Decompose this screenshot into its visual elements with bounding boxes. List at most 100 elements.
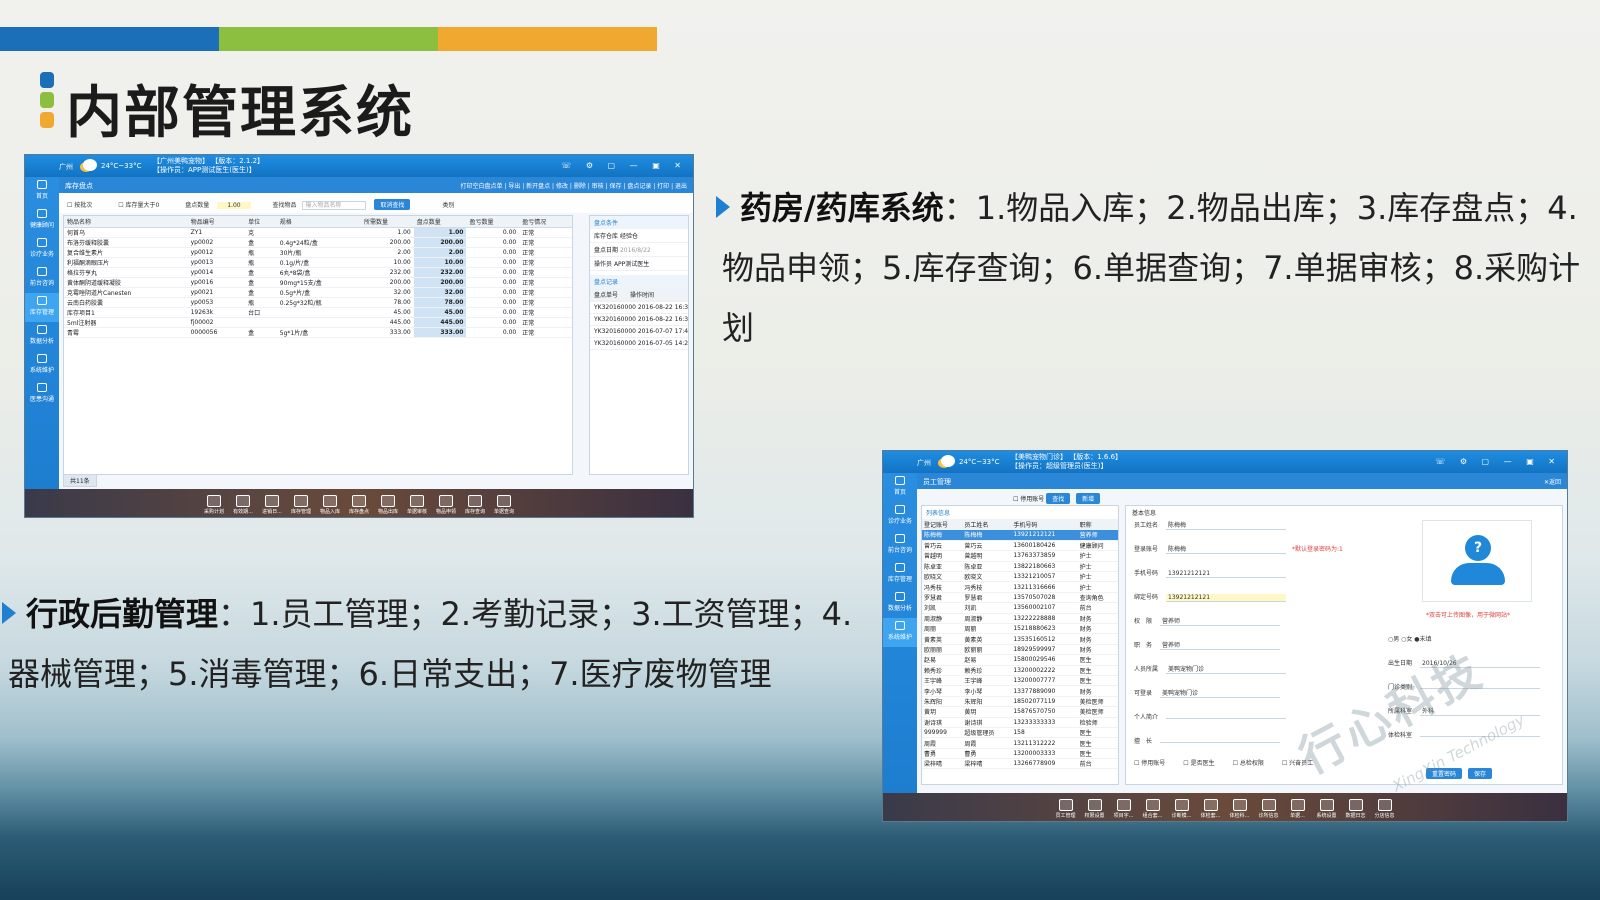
taskbar-item[interactable]: 组合套... bbox=[1138, 799, 1167, 819]
sidebar-item[interactable]: 医患沟通 bbox=[25, 380, 59, 409]
taskbar-item[interactable]: 数据日志 bbox=[1341, 799, 1370, 819]
sidebar-item[interactable]: 系统维护 bbox=[25, 351, 59, 380]
staff-row[interactable]: 李小琴 李小琴 13377889090 财务 bbox=[922, 685, 1118, 697]
taskbar-item[interactable]: 单据审核 bbox=[403, 495, 432, 515]
find-input[interactable]: 输入物品名称 bbox=[302, 201, 367, 210]
staff-row[interactable]: 朱辉阳 朱辉阳 18502077119 美检医师 bbox=[922, 696, 1118, 708]
sidebar-item[interactable]: 前台咨询 bbox=[25, 264, 59, 293]
phone-field[interactable]: 手机号码 13921212121 bbox=[1134, 568, 1287, 578]
taskbar-item[interactable]: 诊所信息 bbox=[1254, 799, 1283, 819]
login-field[interactable]: 可登录 美鸭宠物门诊 bbox=[1134, 688, 1281, 698]
staff-row[interactable]: 曾巧云 曾巧云 13600180426 健康顾问 bbox=[922, 540, 1118, 552]
window-controls[interactable]: ☏ ⚙ ▢ — ▣ ✕ bbox=[561, 161, 687, 170]
staff-row[interactable]: 黄玥 黄玥 15876570750 美检医师 bbox=[922, 706, 1118, 718]
avatar-upload[interactable]: ? bbox=[1422, 520, 1532, 602]
window-controls[interactable]: ☏ ⚙ ▢ — ▣ ✕ bbox=[1435, 457, 1561, 466]
taskbar-item[interactable]: 诊断模... bbox=[1167, 799, 1196, 819]
table-row[interactable]: 利福酮滴眼压片 yp0013 瓶 0.1g/片/盒 10.00 10.00 0.00 正常 bbox=[64, 257, 572, 268]
gender-radios[interactable]: ○男 ○女 ●未填 bbox=[1388, 634, 1432, 643]
taskbar-item[interactable]: 库存查询 bbox=[461, 495, 490, 515]
table-row[interactable]: 布洛芬缓释胶囊 yp0002 盒 0.4g*24粒/盒 200.00 200.00 0.00… bbox=[64, 237, 572, 248]
staff-row[interactable]: 梁梓晴 梁梓晴 13266778909 前台 bbox=[922, 758, 1118, 770]
table-row[interactable]: 格拉芬亨丸 yp0014 盒 6丸*8袋/盒 232.00 232.00 0.00 正常 bbox=[64, 267, 572, 278]
sidebar-item[interactable]: 首页 bbox=[25, 177, 59, 206]
taskbar-item[interactable]: 物品出库 bbox=[374, 495, 403, 515]
search-button[interactable]: 查找 bbox=[1046, 493, 1071, 504]
cancel-find-button[interactable]: 取消查找 bbox=[374, 199, 411, 210]
taskbar-item[interactable]: 系统设置 bbox=[1312, 799, 1341, 819]
table-row[interactable]: 复合维生素片 yp0012 瓶 30片/瓶 2.00 2.00 0.00 正常 bbox=[64, 247, 572, 258]
flag-checkbox[interactable]: ☐ 是否医生 bbox=[1183, 760, 1214, 767]
table-row[interactable]: 黄体酮阴道缓释凝胶 yp0016 盒 90mg*15支/盒 200.00 200.00 0.… bbox=[64, 277, 572, 288]
taskbar-item[interactable]: 权限设置 bbox=[1080, 799, 1109, 819]
taskbar-item[interactable]: 体检科... bbox=[1225, 799, 1254, 819]
qty-input[interactable]: 1.00 bbox=[217, 202, 251, 209]
sidebar-item[interactable]: 系统维护 bbox=[883, 618, 917, 647]
intro-field[interactable]: 个人简介 bbox=[1134, 712, 1287, 721]
table-row[interactable]: 云南白药胶囊 yp0053 瓶 0.25g*32粒/瓶 78.00 78.00 0.00 正常 bbox=[64, 297, 572, 308]
taskbar-item[interactable]: 库存管理 bbox=[287, 495, 316, 515]
staff-row[interactable]: 陈卓亚 陈卓亚 13822180663 护士 bbox=[922, 561, 1118, 573]
bind-field[interactable]: 绑定号码 13921212121 bbox=[1134, 592, 1287, 602]
skill-field[interactable]: 擅 长 bbox=[1134, 736, 1281, 745]
title-field[interactable]: 职 务营养师 bbox=[1134, 640, 1281, 650]
staff-row[interactable]: 冯秀枝 冯秀枝 13211316666 护士 bbox=[922, 581, 1118, 593]
staff-row[interactable]: 曾越明 曾越明 13763373859 护士 bbox=[922, 550, 1118, 562]
taskbar-item[interactable]: 物品入库 bbox=[316, 495, 345, 515]
account-field[interactable]: 登录账号 陈梅梅 *默认登录密码为:1 bbox=[1134, 544, 1343, 554]
taskbar-item[interactable]: 进销日... bbox=[258, 495, 287, 515]
page-toolbar[interactable]: 打印空白盘点单 | 导出 | 新开盘点 | 修改 | 删除 | 审核 | 保存 … bbox=[460, 181, 687, 190]
sidebar-item[interactable]: 数据分析 bbox=[883, 589, 917, 618]
sidebar-item[interactable]: 健康顾问 bbox=[25, 206, 59, 235]
taskbar-item[interactable]: 有效期... bbox=[229, 495, 258, 515]
record-row[interactable]: YK320160000 2016-07-05 14:29:2 bbox=[590, 338, 688, 350]
staff-row[interactable]: 刘凯 刘凯 13560002107 前台 bbox=[922, 602, 1118, 614]
sidebar-item[interactable]: 库存管理 bbox=[883, 560, 917, 589]
role-field[interactable]: 权 限营养师 bbox=[1134, 616, 1281, 626]
taskbar-item[interactable]: 项目字... bbox=[1109, 799, 1138, 819]
table-row[interactable]: 5ml注射器 fj00002 445.00 445.00 0.00 正常 bbox=[64, 317, 572, 328]
disabled-checkbox[interactable]: ☐ 停用账号 bbox=[1013, 496, 1044, 503]
table-row[interactable]: 何首乌 ZY1 克 1.00 1.00 0.00 正常 bbox=[64, 227, 572, 238]
staff-row[interactable]: 赵易 赵易 15800029546 医生 bbox=[922, 654, 1118, 666]
sidebar-item[interactable]: 数据分析 bbox=[25, 322, 59, 351]
date-row[interactable]: 盘点日期 2016/8/22 bbox=[590, 243, 688, 257]
staff-row[interactable]: 欧晓文 欧晓文 13321210057 护士 bbox=[922, 571, 1118, 583]
taskbar-item[interactable]: 单据查询 bbox=[490, 495, 519, 515]
taskbar-item[interactable]: 员工管理 bbox=[1051, 799, 1080, 819]
staff-row[interactable]: 周淑静 周淑静 13222228888 财务 bbox=[922, 613, 1118, 625]
staff-row[interactable]: 罗慧君 罗慧君 13570507028 查询角色 bbox=[922, 592, 1118, 604]
stock-checkbox[interactable]: ☐ 库存量大于0 bbox=[118, 202, 159, 209]
staff-row[interactable]: 欧丽丽 欧丽丽 18929599997 财务 bbox=[922, 644, 1118, 656]
back-button[interactable]: ✕返回 bbox=[1544, 477, 1561, 486]
record-row[interactable]: YK320160000 2016-07-07 17:42:5 bbox=[590, 326, 688, 338]
staff-row[interactable]: 周丽 周丽 15218880623 财务 bbox=[922, 623, 1118, 635]
sidebar-item[interactable]: 前台咨询 bbox=[883, 531, 917, 560]
staff-row[interactable]: 周霞 周霞 13211312222 医生 bbox=[922, 737, 1118, 749]
staff-row[interactable]: 黄素英 黄素英 13535160512 财务 bbox=[922, 633, 1118, 645]
table-row[interactable]: 青霉 0000056 盒 5g*1片/盒 333.00 333.00 0.00 正常 bbox=[64, 327, 572, 338]
taskbar-item[interactable]: 物品申领 bbox=[432, 495, 461, 515]
dept-field[interactable]: 人员所属 美鸭宠物门诊 bbox=[1134, 664, 1287, 674]
flag-checkbox[interactable]: ☐ 停用账号 bbox=[1134, 760, 1165, 767]
taskbar-item[interactable]: 库存盘点 bbox=[345, 495, 374, 515]
staff-row[interactable]: 谢诗琪 谢诗琪 13233333333 检验师 bbox=[922, 717, 1118, 728]
sidebar-item[interactable]: 诊疗业务 bbox=[883, 502, 917, 531]
sidebar-item[interactable]: 诊疗业务 bbox=[25, 235, 59, 264]
taskbar-item[interactable]: 采购计划 bbox=[200, 495, 229, 515]
staff-row[interactable]: 赖秀珍 赖秀珍 13200002222 医生 bbox=[922, 665, 1118, 676]
table-row[interactable]: 克霉唑阴道片Canesten yp0021 盒 0.5g*片/盒 32.00 32.00 0… bbox=[64, 287, 572, 298]
staff-row[interactable]: 曹勇 曹勇 13200003333 医生 bbox=[922, 748, 1118, 760]
save-button[interactable]: 保存 bbox=[1467, 768, 1492, 779]
taskbar-item[interactable]: 分店信息 bbox=[1370, 799, 1399, 819]
staff-row[interactable]: 陈梅梅 陈梅梅 13921212121 营养师 bbox=[922, 530, 1118, 541]
sidebar-item[interactable]: 首页 bbox=[883, 473, 917, 502]
staff-row[interactable]: 王宇峰 王宇峰 13200007777 医生 bbox=[922, 675, 1118, 687]
taskbar-item[interactable]: 单据... bbox=[1283, 799, 1312, 819]
batch-checkbox[interactable]: ☐ 按批次 bbox=[67, 202, 92, 209]
store-row[interactable]: 库存仓库 经验仓 bbox=[590, 229, 688, 243]
category-select[interactable]: 类别 bbox=[442, 202, 454, 209]
name-field[interactable]: 员工姓名 陈梅梅 bbox=[1134, 520, 1287, 530]
table-row[interactable]: 库存项目1 19263k 台口 45.00 45.00 0.00 正常 bbox=[64, 307, 572, 318]
record-row[interactable]: YK320160000 2016-08-22 16:33:1 bbox=[590, 314, 688, 326]
